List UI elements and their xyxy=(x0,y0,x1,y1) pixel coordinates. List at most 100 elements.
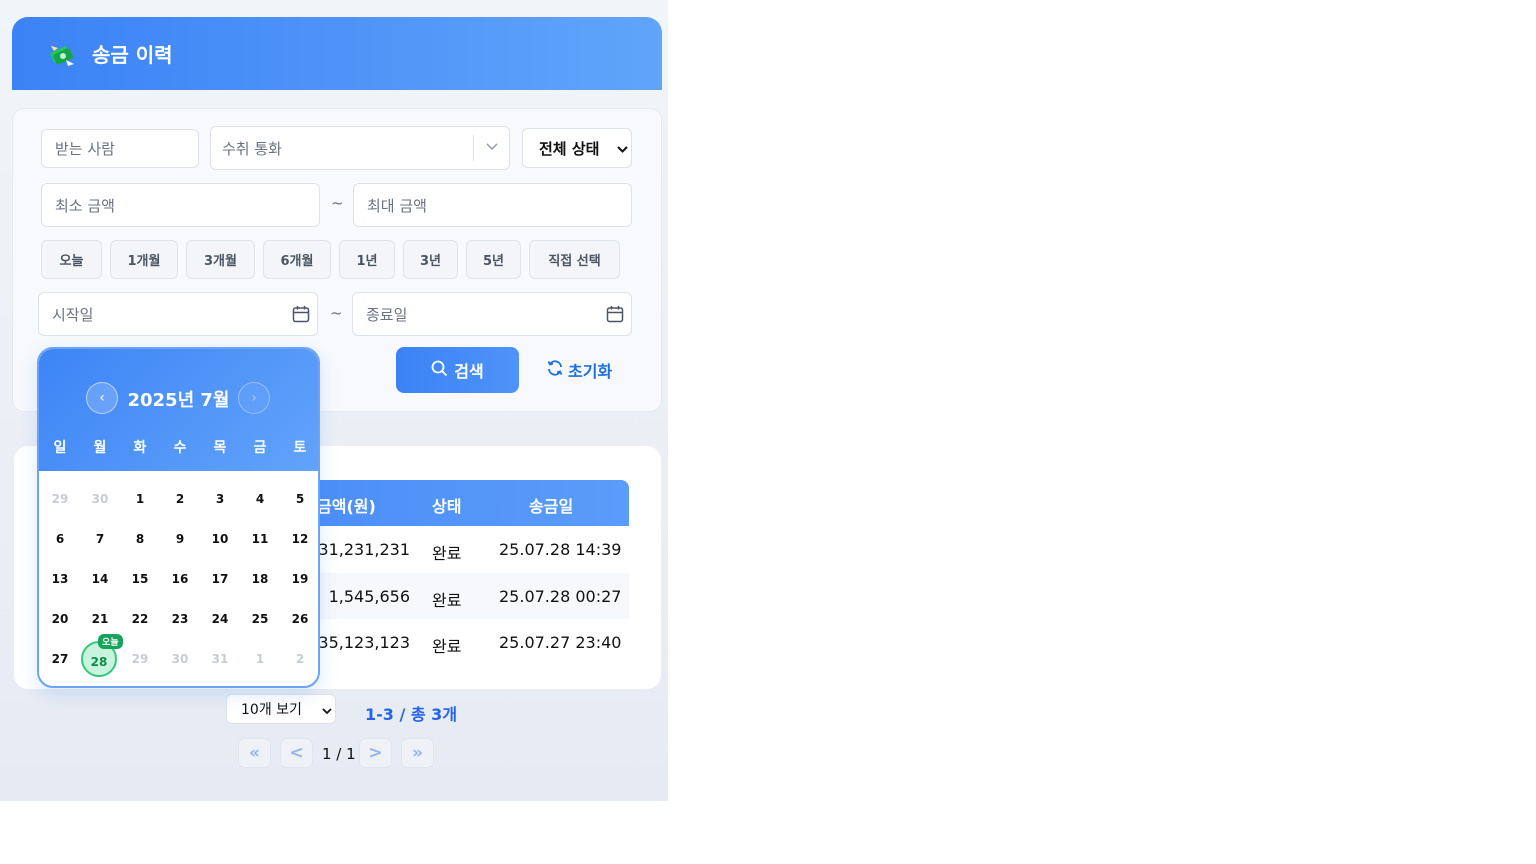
calendar-month-title: 2025년 7월 xyxy=(127,390,230,411)
cell-status: 완료 xyxy=(432,637,462,656)
currency-select[interactable]: 수취 통화 xyxy=(210,126,510,170)
calendar-day[interactable]: 23 xyxy=(160,612,200,626)
period-button-6m[interactable]: 6개월 xyxy=(263,240,331,279)
table-header: 금액(원) 상태 송금일 xyxy=(300,480,629,526)
calendar-day[interactable]: 29 xyxy=(120,652,160,666)
page-title: 송금 이력 xyxy=(92,43,173,67)
calendar-icon[interactable] xyxy=(292,305,310,327)
last-page-button[interactable]: » xyxy=(401,738,434,768)
period-button-3y[interactable]: 3년 xyxy=(403,240,458,279)
cell-status: 완료 xyxy=(432,544,462,563)
cell-status: 완료 xyxy=(432,591,462,610)
calendar-day[interactable]: 17 xyxy=(200,572,240,586)
weekday-label: 수 xyxy=(173,440,187,456)
calendar-day[interactable]: 10 xyxy=(200,532,240,546)
calendar-day[interactable]: 21 xyxy=(80,612,120,626)
end-date-input[interactable]: 종료일 xyxy=(352,292,632,336)
calendar-day[interactable]: 2 xyxy=(280,652,318,666)
refresh-icon xyxy=(546,359,564,381)
first-page-button[interactable]: « xyxy=(238,738,271,768)
period-button-today[interactable]: 오늘 xyxy=(41,240,102,279)
prev-page-button[interactable]: < xyxy=(280,738,313,768)
today-badge: 오늘 xyxy=(98,634,123,649)
calendar-day[interactable]: 2 xyxy=(160,492,200,506)
calendar-day[interactable]: 29 xyxy=(40,492,80,506)
period-button-3m[interactable]: 3개월 xyxy=(186,240,255,279)
next-month-button[interactable]: › xyxy=(238,382,270,414)
max-amount-input[interactable]: 최대 금액 xyxy=(353,183,632,227)
start-date-input[interactable]: 시작일 xyxy=(38,292,318,336)
currency-placeholder: 수취 통화 xyxy=(222,139,282,158)
weekday-label: 토 xyxy=(293,440,307,456)
next-page-button[interactable]: > xyxy=(359,738,392,768)
calendar-day[interactable]: 8 xyxy=(120,532,160,546)
weekday-label: 목 xyxy=(213,440,227,456)
calendar-day[interactable]: 18 xyxy=(240,572,280,586)
calendar-day[interactable]: 16 xyxy=(160,572,200,586)
weekday-label: 금 xyxy=(253,440,267,456)
calendar-day[interactable]: 12 xyxy=(280,532,318,546)
calendar-day[interactable]: 4 xyxy=(240,492,280,506)
calendar-day[interactable]: 25 xyxy=(240,612,280,626)
calendar-day[interactable]: 15 xyxy=(120,572,160,586)
calendar-day[interactable]: 19 xyxy=(280,572,318,586)
chevron-down-icon xyxy=(617,141,628,159)
cell-date: 25.07.28 14:39 xyxy=(499,540,622,559)
calendar-day[interactable]: 30 xyxy=(160,652,200,666)
calendar-day[interactable]: 1 xyxy=(240,652,280,666)
money-transfer-icon xyxy=(48,40,76,68)
table-row[interactable]: 231,231,231 완료 25.07.28 14:39 xyxy=(300,526,629,572)
calendar-day[interactable]: 14 xyxy=(80,572,120,586)
page-size-select[interactable]: 10개 보기 xyxy=(226,694,336,724)
date-range-separator: ~ xyxy=(330,304,343,322)
period-button-1m[interactable]: 1개월 xyxy=(110,240,178,279)
calendar-day[interactable]: 13 xyxy=(40,572,80,586)
search-button[interactable]: 검색 xyxy=(396,347,519,393)
end-date-placeholder: 종료일 xyxy=(366,305,408,324)
weekday-label: 화 xyxy=(133,440,147,456)
table-row[interactable]: 35,123,123 완료 25.07.27 23:40 xyxy=(300,619,629,665)
amount-range-separator: ~ xyxy=(331,194,344,212)
cell-date: 25.07.28 00:27 xyxy=(499,587,622,606)
calendar-header: ‹ 2025년 7월 › 일 월 화 수 목 금 토 xyxy=(39,349,318,471)
calendar-day[interactable]: 5 xyxy=(280,492,318,506)
page-indicator: 1 / 1 xyxy=(322,745,356,763)
calendar-day[interactable]: 26 xyxy=(280,612,318,626)
calendar-day[interactable]: 20 xyxy=(40,612,80,626)
weekday-label: 월 xyxy=(93,440,107,456)
calendar-day[interactable]: 30 xyxy=(80,492,120,506)
calendar-day[interactable]: 3 xyxy=(200,492,240,506)
calendar-day[interactable]: 22 xyxy=(120,612,160,626)
cell-amount: 35,123,123 xyxy=(318,633,410,652)
calendar-day[interactable]: 7 xyxy=(80,532,120,546)
column-header-amount: 금액(원) xyxy=(317,497,376,516)
recipient-input[interactable]: 받는 사람 xyxy=(41,129,199,168)
period-button-custom[interactable]: 직접 선택 xyxy=(529,240,620,279)
table-row[interactable]: 1,545,656 완료 25.07.28 00:27 xyxy=(300,573,629,619)
period-button-1y[interactable]: 1년 xyxy=(339,240,395,279)
column-header-date: 송금일 xyxy=(529,497,574,516)
column-header-status: 상태 xyxy=(432,497,462,516)
reset-button-label: 초기화 xyxy=(568,362,613,381)
cell-amount: 231,231,231 xyxy=(308,540,410,559)
calendar-day[interactable]: 6 xyxy=(40,532,80,546)
calendar-day[interactable]: 9 xyxy=(160,532,200,546)
status-selected-label: 전체 상태 xyxy=(539,139,600,158)
calendar-day[interactable]: 1 xyxy=(120,492,160,506)
min-amount-input[interactable]: 최소 금액 xyxy=(41,183,320,227)
calendar-day[interactable]: 31 xyxy=(200,652,240,666)
search-button-label: 검색 xyxy=(454,362,484,381)
status-select[interactable]: 전체 상태 xyxy=(522,128,632,168)
weekday-label: 일 xyxy=(53,440,67,456)
cell-amount: 1,545,656 xyxy=(328,587,410,606)
reset-button[interactable]: 초기화 xyxy=(546,358,612,382)
search-icon xyxy=(431,360,448,381)
calendar-day[interactable]: 27 xyxy=(40,652,80,666)
calendar-day[interactable]: 24 xyxy=(200,612,240,626)
start-date-placeholder: 시작일 xyxy=(52,305,94,324)
calendar-icon[interactable] xyxy=(606,305,624,327)
date-picker-popup: ‹ 2025년 7월 › 일 월 화 수 목 금 토 29 30 1 2 3 4 5 6 7 8 9… xyxy=(37,347,320,688)
period-button-5y[interactable]: 5년 xyxy=(466,240,521,279)
calendar-day[interactable]: 11 xyxy=(240,532,280,546)
cell-date: 25.07.27 23:40 xyxy=(499,633,622,652)
